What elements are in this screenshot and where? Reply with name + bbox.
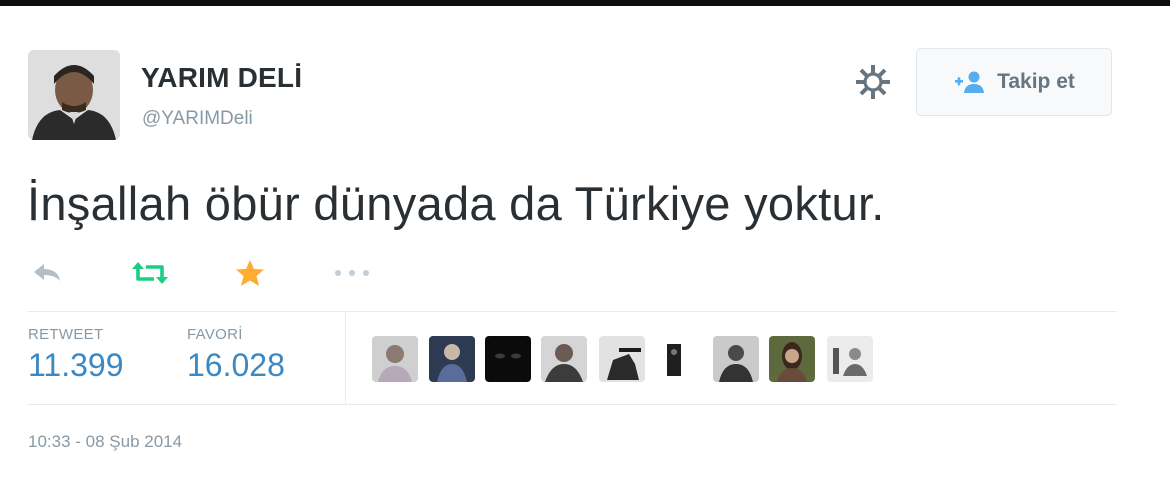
- favoriter-avatar[interactable]: [485, 336, 531, 382]
- favoriter-avatar[interactable]: [769, 336, 815, 382]
- retweet-button[interactable]: [130, 258, 170, 288]
- reply-icon: [34, 264, 60, 281]
- favorite-count[interactable]: FAVORİ 16.028: [187, 326, 285, 384]
- favoriter-avatar[interactable]: [713, 336, 759, 382]
- favorite-count-label: FAVORİ: [187, 326, 243, 343]
- display-name[interactable]: YARIM DELİ: [141, 62, 302, 94]
- favoriter-avatar[interactable]: [429, 336, 475, 382]
- retweet-count-label: RETWEET: [28, 326, 104, 343]
- avatar-photo: [28, 50, 120, 140]
- tweet-timestamp[interactable]: 10:33 - 08 Şub 2014: [28, 432, 182, 452]
- retweet-count-value: 11.399: [28, 347, 124, 383]
- avatar[interactable]: [28, 50, 120, 140]
- stats-divider-top: [27, 311, 1117, 312]
- more-options-button[interactable]: [330, 258, 374, 288]
- gear-icon[interactable]: [856, 65, 890, 99]
- retweet-count[interactable]: RETWEET 11.399: [28, 326, 124, 384]
- favoriter-avatars: [372, 336, 882, 382]
- tweet-text: İnşallah öbür dünyada da Türkiye yoktur.: [27, 177, 885, 230]
- favoriter-avatar[interactable]: [599, 336, 645, 382]
- follow-button[interactable]: Takip et: [916, 48, 1112, 116]
- add-user-icon: [955, 71, 985, 93]
- favoriter-avatar[interactable]: [827, 336, 873, 382]
- retweet-icon: [132, 262, 168, 284]
- user-handle[interactable]: @YARIMDeli: [142, 108, 253, 130]
- favoriter-avatar[interactable]: [662, 336, 686, 382]
- top-edge-bar: [0, 0, 1170, 6]
- stats-divider-bottom: [27, 404, 1117, 405]
- star-icon: [236, 260, 264, 286]
- favorite-count-value: 16.028: [187, 347, 285, 383]
- reply-button[interactable]: [30, 258, 66, 288]
- stats-divider-vertical: [345, 312, 346, 404]
- favoriter-avatar[interactable]: [372, 336, 418, 382]
- favoriter-avatar[interactable]: [541, 336, 587, 382]
- more-icon: [335, 270, 369, 276]
- favorite-button[interactable]: [234, 258, 266, 288]
- follow-label: Takip et: [997, 70, 1075, 93]
